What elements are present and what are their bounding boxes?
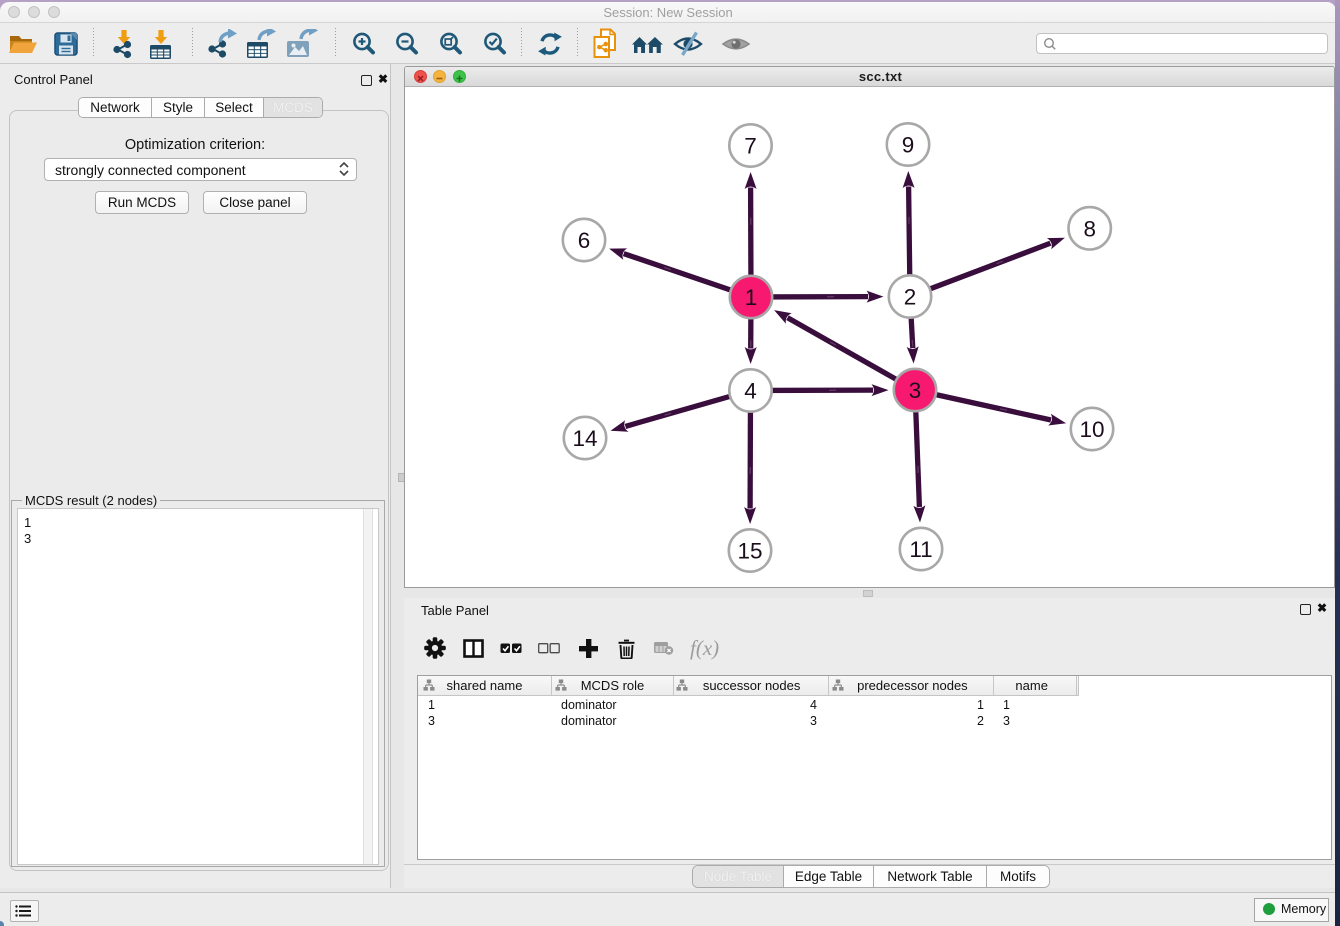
svg-text:10: 10 xyxy=(1079,417,1104,442)
svg-text:1: 1 xyxy=(745,285,758,310)
svg-text:15: 15 xyxy=(737,539,762,564)
svg-text:2: 2 xyxy=(904,285,917,310)
svg-text:9: 9 xyxy=(902,133,915,158)
svg-text:4: 4 xyxy=(744,379,757,404)
svg-text:7: 7 xyxy=(744,134,757,159)
svg-text:3: 3 xyxy=(909,378,922,403)
svg-text:6: 6 xyxy=(578,228,591,253)
svg-text:11: 11 xyxy=(909,537,932,562)
svg-text:14: 14 xyxy=(572,426,597,451)
svg-text:8: 8 xyxy=(1083,216,1096,241)
